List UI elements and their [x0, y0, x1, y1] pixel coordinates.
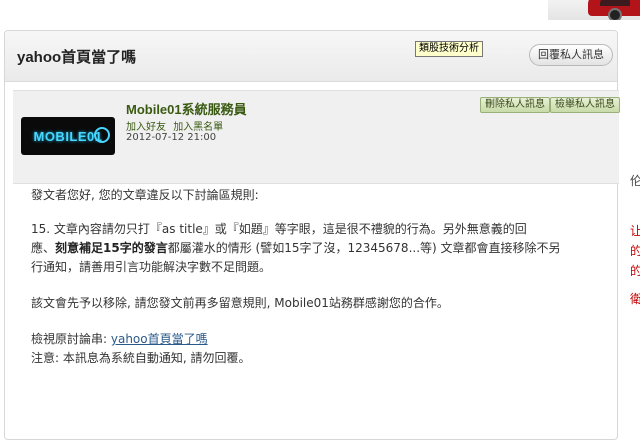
message-date: 2012-07-12 21:00: [126, 132, 217, 143]
top-strip: [0, 0, 640, 22]
edge-text-fragment: 的: [630, 244, 640, 258]
edge-text-fragment: 让: [630, 224, 640, 238]
rule-line-1: 15. 文章內容請勿只打『as title』或『如題』等字眼，這是很不禮貌的行為…: [31, 222, 527, 236]
car-wheel-shape: [608, 8, 622, 20]
rule-line-2-end: 都屬灌水的情形 (譬如15字了沒，12345678...等) 文章都會直接移除不…: [167, 241, 561, 255]
greeting-text: 發文者您好, 您的文章違反以下討論區規則:: [31, 188, 259, 202]
logo-text: MOBILE01: [33, 128, 103, 144]
auto-notice: 注意: 本訊息為系統自動通知, 請勿回覆。: [31, 351, 251, 365]
edge-text-fragment: 衛: [630, 292, 640, 306]
reply-message-button[interactable]: 回覆私人訊息: [529, 44, 613, 66]
car-window-shape: [600, 0, 630, 6]
view-thread-line: 檢視原討論串: yahoo首頁當了嗎: [31, 330, 208, 349]
delete-message-button[interactable]: 刪除私人訊息: [480, 97, 550, 113]
sender-name[interactable]: Mobile01系統服務員: [126, 99, 247, 118]
panel-header: yahoo首頁當了嗎 回覆私人訊息: [5, 31, 617, 82]
view-thread-label: 檢視原討論串:: [31, 332, 111, 346]
report-message-button[interactable]: 檢舉私人訊息: [550, 97, 620, 113]
sender-info-box: MOBILE01 Mobile01系統服務員 加入好友 加入黑名單 2012-0…: [13, 90, 620, 184]
tooltip: 類股技術分析: [415, 41, 483, 57]
rule-text: 15. 文章內容請勿只打『as title』或『如題』等字眼，這是很不禮貌的行為…: [31, 220, 611, 277]
page-title: yahoo首頁當了嗎: [17, 49, 137, 66]
removal-notice: 該文會先予以移除, 請您發文前再多留意規則, Mobile01站務群感謝您的合作…: [31, 296, 449, 310]
rule-line-3: 行通知，請善用引言功能解決字數不足問題。: [31, 260, 272, 274]
logo-ring-icon: [94, 127, 110, 143]
mobile01-logo: MOBILE01: [21, 117, 115, 155]
edge-text-fragment: 伦: [630, 174, 640, 188]
rule-line-2: 應、刻意補足15字的發言都屬灌水的情形 (譬如15字了沒，12345678...…: [31, 239, 611, 258]
sender-links: 加入好友 加入黑名單: [126, 118, 227, 133]
car-ad-image[interactable]: [548, 0, 640, 20]
rule-emphasis: 刻意補足15字的發言: [55, 241, 168, 255]
message-panel: yahoo首頁當了嗎 回覆私人訊息 MOBILE01 Mobile01系統服務員…: [4, 30, 620, 440]
rule-line-2-start: 應、: [31, 241, 56, 255]
view-thread-link[interactable]: yahoo首頁當了嗎: [111, 332, 208, 346]
edge-text-fragment: 的: [630, 264, 640, 278]
